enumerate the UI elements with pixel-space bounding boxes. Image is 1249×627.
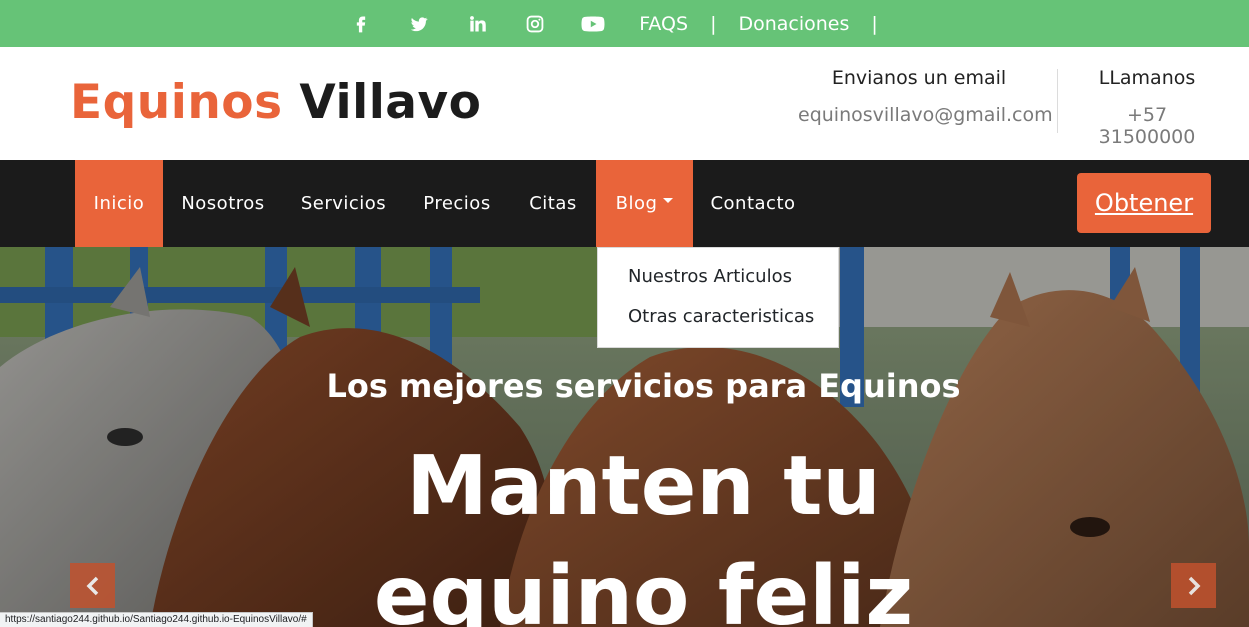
phone-contact: LLamanos +57 31500000 <box>1076 67 1218 148</box>
main-nav: Inicio Nosotros Servicios Precios Citas … <box>0 160 1249 247</box>
carousel-prev-button[interactable] <box>70 563 115 608</box>
email-value: equinosvillavo@gmail.com <box>798 104 1053 126</box>
phone-value: +57 31500000 <box>1098 104 1196 148</box>
nav-item-contacto[interactable]: Contacto <box>693 160 813 247</box>
chevron-right-icon <box>1188 576 1200 595</box>
faqs-link[interactable]: FAQS <box>639 13 688 35</box>
site-header: Equinos Villavo Envianos un email equino… <box>0 47 1249 160</box>
hero-subtitle: Los mejores servicios para Equinos <box>326 367 961 405</box>
blog-dropdown-menu: Nuestros Articulos Otras caracteristicas <box>597 247 839 348</box>
brand-logo[interactable]: Equinos Villavo <box>70 75 481 130</box>
separator: | <box>710 12 717 35</box>
donaciones-link[interactable]: Donaciones <box>738 13 849 35</box>
nav-item-nosotros[interactable]: Nosotros <box>163 160 283 247</box>
facebook-icon[interactable] <box>349 12 373 36</box>
twitter-icon[interactable] <box>407 12 431 36</box>
caret-down-icon <box>663 198 674 203</box>
brand-part-1: Equinos <box>70 75 283 130</box>
dropdown-item-caracteristicas[interactable]: Otras caracteristicas <box>598 305 838 345</box>
instagram-icon[interactable] <box>523 12 547 36</box>
divider <box>1057 69 1058 133</box>
nav-item-precios[interactable]: Precios <box>404 160 510 247</box>
nav-item-servicios[interactable]: Servicios <box>283 160 404 247</box>
social-links <box>349 12 639 36</box>
nav-item-blog[interactable]: Blog <box>596 160 693 247</box>
top-bar: FAQS | Donaciones | <box>0 0 1249 47</box>
separator: | <box>871 12 878 35</box>
nav-item-inicio[interactable]: Inicio <box>75 160 163 247</box>
youtube-icon[interactable] <box>581 12 605 36</box>
carousel-next-button[interactable] <box>1171 563 1216 608</box>
email-label: Envianos un email <box>831 67 1007 89</box>
hero-headline: Manten tu equino feliz <box>373 439 914 627</box>
chevron-left-icon <box>86 576 98 595</box>
browser-status-url: https://santiago244.github.io/Santiago24… <box>0 612 313 627</box>
brand-part-2: Villavo <box>299 75 482 130</box>
nav-item-citas[interactable]: Citas <box>510 160 596 247</box>
nav-item-blog-label: Blog <box>615 193 658 214</box>
dropdown-item-articulos[interactable]: Nuestros Articulos <box>598 265 838 305</box>
top-links: FAQS | Donaciones | <box>639 13 900 35</box>
linkedin-icon[interactable] <box>465 12 489 36</box>
obtener-button[interactable]: Obtener <box>1077 173 1211 233</box>
phone-label: LLamanos <box>1098 67 1196 89</box>
email-contact: Envianos un email equinosvillavo@gmail.c… <box>798 67 1053 126</box>
